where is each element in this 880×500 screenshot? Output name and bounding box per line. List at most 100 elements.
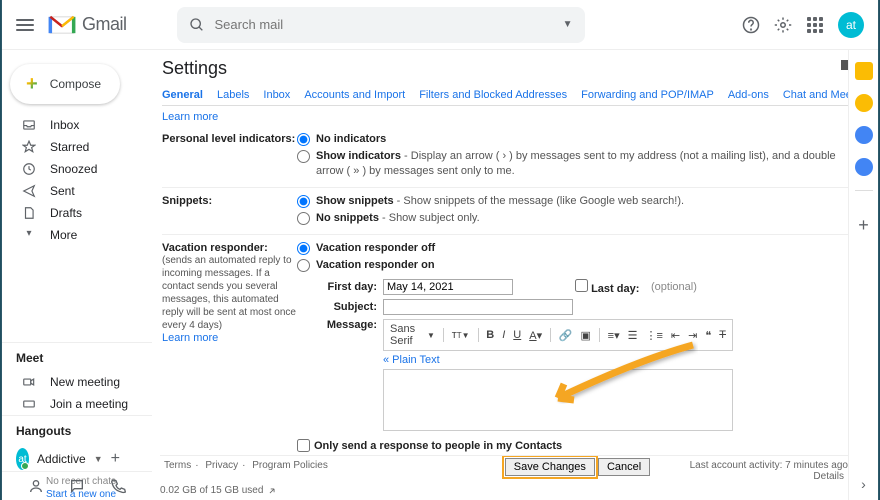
tab-filters[interactable]: Filters and Blocked Addresses — [419, 89, 567, 101]
sidebar-item-label: Sent — [50, 184, 75, 198]
compose-label: Compose — [50, 77, 101, 91]
sidebar-item-join-meeting[interactable]: Join a meeting — [2, 393, 152, 415]
search-icon — [189, 17, 205, 33]
calendar-icon[interactable] — [855, 62, 873, 80]
file-icon — [22, 206, 36, 220]
vacation-off-radio[interactable] — [297, 242, 310, 255]
subject-label: Subject: — [297, 301, 377, 313]
message-label: Message: — [297, 319, 377, 431]
keyboard-icon — [22, 397, 36, 411]
sidebar-item-label: Join a meeting — [50, 397, 128, 411]
settings-gear-icon[interactable] — [774, 16, 792, 34]
gmail-logo[interactable]: Gmail — [48, 14, 127, 36]
text-color-button[interactable]: A▾ — [529, 329, 542, 342]
person-icon[interactable] — [28, 478, 44, 494]
account-activity: Last account activity: 7 minutes ago — [690, 460, 848, 471]
sidebar-item-new-meeting[interactable]: New meeting — [2, 371, 152, 393]
tab-general[interactable]: General — [162, 89, 203, 101]
search-bar[interactable]: ▼ — [177, 7, 585, 43]
pli-no-indicators-radio[interactable] — [297, 133, 310, 146]
logo-text: Gmail — [82, 14, 127, 35]
radio-desc: - Show subject only. — [379, 212, 480, 224]
add-addon-button[interactable]: + — [858, 215, 869, 236]
italic-button[interactable]: I — [502, 329, 505, 341]
side-panel: + › — [848, 50, 878, 500]
bulleted-list-button[interactable]: ⋮≡ — [645, 329, 662, 342]
tab-chat[interactable]: Chat and Meet — [783, 89, 855, 101]
indent-more-button[interactable]: ⇥ — [688, 329, 697, 342]
sidebar-item-sent[interactable]: Sent — [2, 180, 152, 202]
compose-button[interactable]: + Compose — [10, 64, 120, 104]
footer: Terms· Privacy· Program Policies Last ac… — [160, 455, 848, 482]
account-avatar[interactable]: at — [838, 12, 864, 38]
clock-icon — [22, 162, 36, 176]
snippets-show-radio[interactable] — [297, 195, 310, 208]
collapse-panel-button[interactable]: › — [861, 476, 866, 492]
only-contacts-checkbox[interactable] — [297, 439, 310, 452]
keep-icon[interactable] — [855, 94, 873, 112]
user-avatar: at — [16, 448, 29, 470]
contacts-icon[interactable] — [855, 158, 873, 176]
row-label: Snippets: — [162, 194, 297, 228]
policies-link[interactable]: Program Policies — [252, 460, 328, 471]
settings-tabs: General Labels Inbox Accounts and Import… — [162, 89, 858, 106]
first-day-input[interactable] — [383, 279, 513, 295]
last-day-checkbox[interactable] — [575, 279, 588, 292]
plain-text-link[interactable]: « Plain Text — [383, 354, 858, 366]
subject-input[interactable] — [383, 299, 573, 315]
font-size-button[interactable]: тT▼ — [452, 329, 470, 341]
help-icon[interactable] — [742, 16, 760, 34]
sidebar-item-more[interactable]: ▾More — [2, 224, 152, 246]
sidebar-item-starred[interactable]: Starred — [2, 136, 152, 158]
radio-label: No snippets — [316, 212, 379, 224]
vacation-on-radio[interactable] — [297, 259, 310, 272]
first-day-label: First day: — [297, 281, 377, 293]
font-select[interactable]: Sans Serif ▼ — [390, 323, 435, 347]
tab-inbox[interactable]: Inbox — [263, 89, 290, 101]
phone-icon[interactable] — [110, 478, 126, 494]
tab-labels[interactable]: Labels — [217, 89, 249, 101]
indent-less-button[interactable]: ⇤ — [671, 329, 680, 342]
details-link[interactable]: Details — [813, 471, 844, 482]
chat-icon[interactable] — [69, 478, 85, 494]
underline-button[interactable]: U — [513, 329, 521, 341]
snippets-no-radio[interactable] — [297, 212, 310, 225]
radio-desc: - Show snippets of the message (like Goo… — [394, 195, 684, 207]
search-input[interactable] — [215, 17, 563, 32]
chevron-down-icon[interactable]: ▼ — [94, 454, 103, 464]
menu-icon[interactable] — [16, 19, 34, 31]
bold-button[interactable]: B — [486, 329, 494, 341]
row-label: Personal level indicators: — [162, 132, 297, 181]
numbered-list-button[interactable]: ☰ — [628, 329, 638, 342]
hangouts-user-row[interactable]: at Addictive ▼ + — [2, 444, 152, 474]
tasks-icon[interactable] — [855, 126, 873, 144]
quote-button[interactable]: ❝ — [705, 329, 711, 342]
hangouts-header: Hangouts — [2, 415, 152, 444]
row-vacation-responder: Vacation responder: (sends an automated … — [162, 235, 858, 482]
row-sub-desc: (sends an automated reply to incoming me… — [162, 254, 297, 332]
image-button[interactable]: ▣ — [581, 329, 591, 342]
terms-link[interactable]: Terms — [164, 460, 191, 471]
storage-usage[interactable]: 0.02 GB of 15 GB used — [160, 485, 277, 496]
learn-more-link[interactable]: Learn more — [162, 332, 218, 344]
apps-icon[interactable] — [806, 16, 824, 34]
learn-more-link[interactable]: Learn more — [162, 111, 218, 123]
privacy-link[interactable]: Privacy — [205, 460, 238, 471]
sidebar-item-drafts[interactable]: Drafts — [2, 202, 152, 224]
add-chat-button[interactable]: + — [111, 450, 120, 468]
message-editor[interactable] — [383, 369, 733, 431]
tab-addons[interactable]: Add-ons — [728, 89, 769, 101]
tab-forwarding[interactable]: Forwarding and POP/IMAP — [581, 89, 714, 101]
clear-format-button[interactable]: T — [719, 329, 726, 341]
link-button[interactable]: 🔗 — [559, 329, 573, 342]
align-button[interactable]: ≡▾ — [608, 329, 620, 342]
meet-header: Meet — [2, 342, 152, 371]
radio-label: Show snippets — [316, 195, 394, 207]
search-options-caret[interactable]: ▼ — [563, 19, 573, 30]
tab-accounts[interactable]: Accounts and Import — [304, 89, 405, 101]
sidebar-item-snoozed[interactable]: Snoozed — [2, 158, 152, 180]
pli-show-indicators-radio[interactable] — [297, 150, 310, 163]
radio-label: Show indicators — [316, 150, 401, 162]
radio-label: Vacation responder off — [316, 241, 435, 256]
sidebar-item-inbox[interactable]: Inbox — [2, 114, 152, 136]
